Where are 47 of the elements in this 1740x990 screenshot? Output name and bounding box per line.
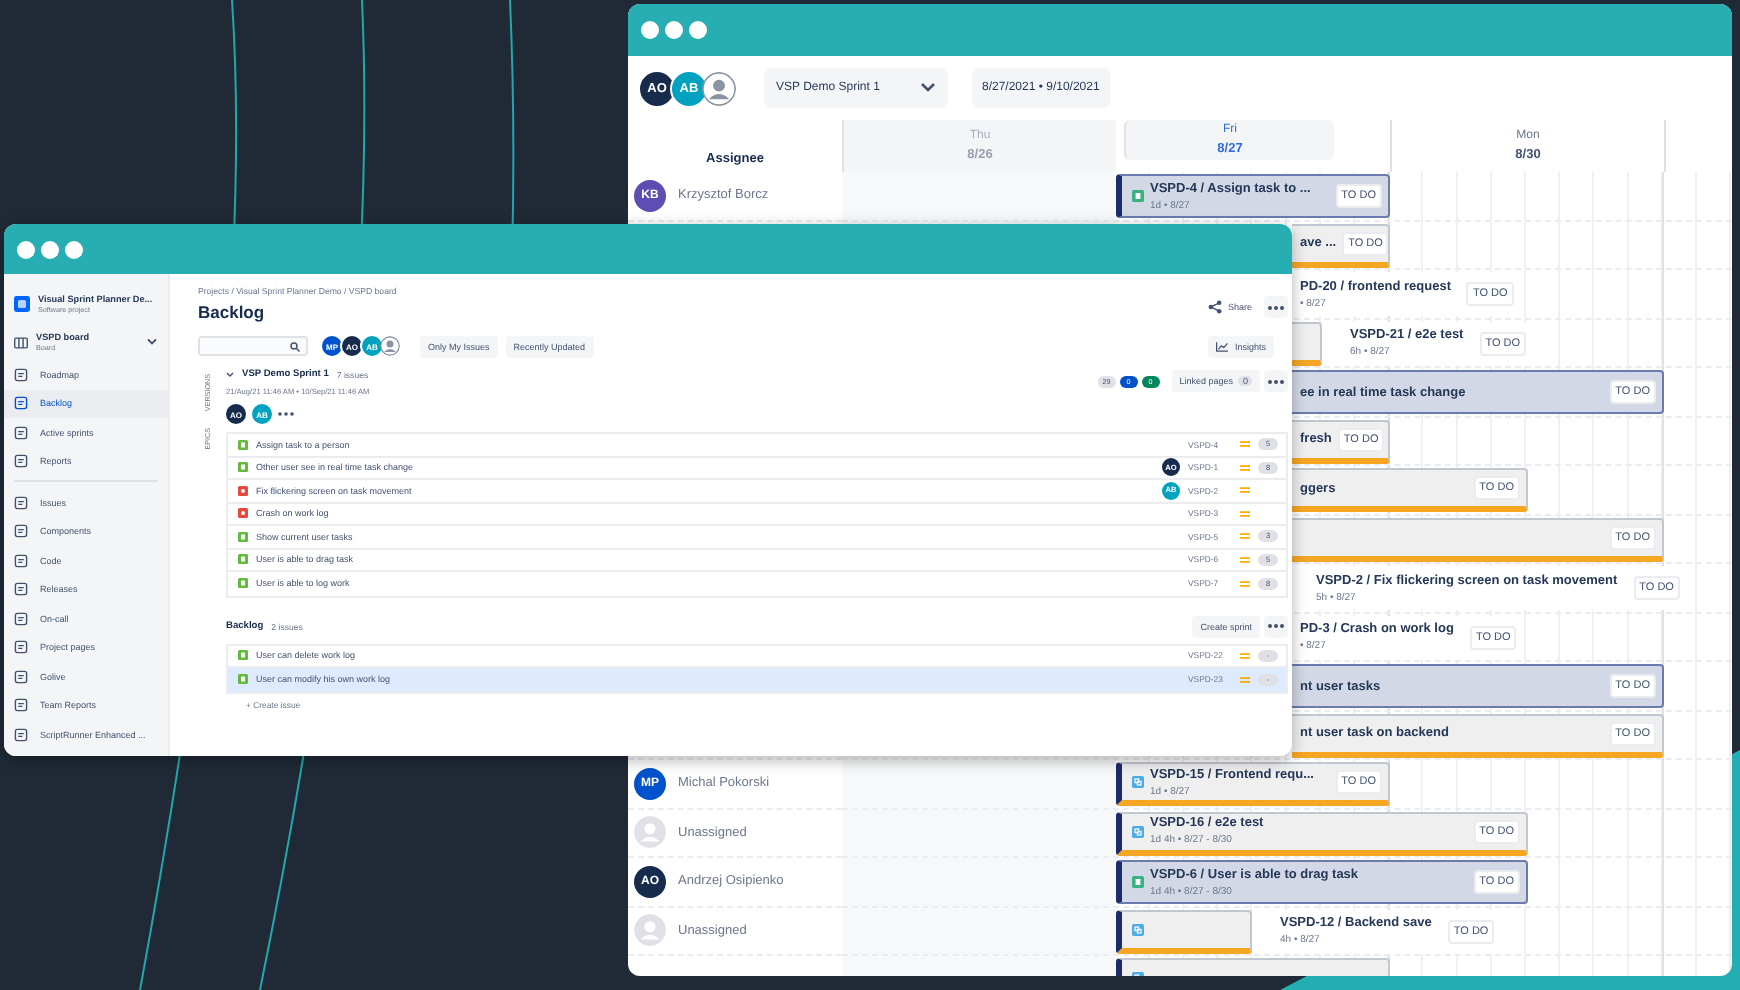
- chevron-down-icon: [146, 338, 158, 346]
- medium-priority-icon: [1240, 579, 1250, 588]
- menu-item-icon: [14, 367, 28, 382]
- page-title: Backlog: [198, 302, 267, 322]
- subtask-icon: [1132, 923, 1144, 935]
- story-icon: [1132, 190, 1144, 202]
- menu-item-icon: [14, 727, 28, 742]
- subtask-icon: [1132, 825, 1144, 837]
- medium-priority-icon: [1240, 555, 1250, 564]
- more-button[interactable]: [1264, 615, 1288, 637]
- medium-priority-icon: [1240, 532, 1250, 541]
- medium-priority-icon: [1240, 463, 1250, 472]
- medium-priority-icon: [1240, 675, 1250, 684]
- menu-item-icon: [14, 698, 28, 713]
- user-silhouette-icon[interactable]: [380, 336, 400, 356]
- menu-item-icon: [14, 669, 28, 684]
- share-icon: [1207, 300, 1222, 314]
- user-silhouette-icon: [634, 816, 666, 849]
- menu-item-icon: [14, 640, 28, 655]
- task-bar[interactable]: [1116, 909, 1252, 953]
- chevron-down-icon[interactable]: [226, 372, 234, 378]
- menu-item-icon: [14, 396, 28, 411]
- window-dots-icon: [16, 239, 84, 259]
- menu-item-icon: [14, 524, 28, 539]
- window-dots-icon: [640, 20, 708, 40]
- search-icon: [290, 341, 300, 351]
- medium-priority-icon: [1240, 509, 1250, 518]
- menu-item-icon: [14, 553, 28, 568]
- user-silhouette-icon[interactable]: [702, 71, 736, 105]
- more-button[interactable]: [1264, 296, 1288, 318]
- board-icon: [14, 335, 28, 349]
- menu-item-icon: [14, 454, 28, 469]
- medium-priority-icon: [1240, 440, 1250, 449]
- menu-item-icon: [14, 611, 28, 626]
- user-silhouette-icon: [634, 914, 666, 947]
- story-icon: [1132, 876, 1144, 888]
- menu-item-icon: [14, 582, 28, 597]
- menu-item-icon: [14, 425, 28, 440]
- medium-priority-icon: [1240, 651, 1250, 660]
- search-field[interactable]: [198, 336, 308, 356]
- subtask-icon: [1132, 776, 1144, 788]
- chart-icon: [1216, 341, 1229, 351]
- chevron-down-icon: [920, 82, 936, 94]
- more-button[interactable]: [1264, 370, 1288, 392]
- menu-item-icon: [14, 495, 28, 510]
- project-icon: [14, 296, 30, 312]
- medium-priority-icon: [1240, 486, 1250, 495]
